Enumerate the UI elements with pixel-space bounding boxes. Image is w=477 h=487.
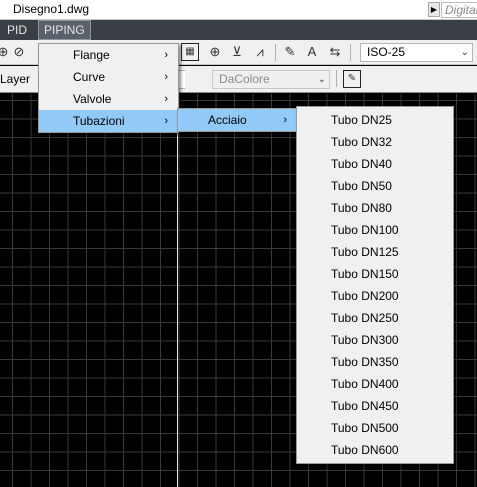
toolbar-separator xyxy=(336,70,337,87)
menu-item-label: Acciaio xyxy=(208,113,247,127)
menu-item-tubo[interactable]: Tubo DN350 xyxy=(297,351,453,373)
piping-menu: Flange › Curve › Valvole › Tubazioni › xyxy=(38,43,179,133)
menu-item-label: Tubo DN350 xyxy=(331,355,399,369)
menu-item-label: Tubo DN150 xyxy=(331,267,399,281)
dim-edit-icon[interactable]: ✎ xyxy=(281,43,299,61)
menu-bar: PID PIPING xyxy=(0,20,477,40)
chevron-down-icon: ⌄ xyxy=(460,47,469,58)
menu-item-label: Tubo DN32 xyxy=(331,135,392,149)
expand-arrow-icon[interactable]: ▶ xyxy=(428,2,440,17)
menu-item-tubo[interactable]: Tubo DN50 xyxy=(297,175,453,197)
jog-line-icon[interactable]: ⩘ xyxy=(251,43,269,61)
tubazioni-submenu: Acciaio › xyxy=(177,108,298,132)
no-icon[interactable]: ⊘ xyxy=(10,43,28,61)
dim-update-icon[interactable]: ⇆ xyxy=(326,43,344,61)
menu-piping[interactable]: PIPING xyxy=(38,20,91,40)
menu-item-label: Tubo DN250 xyxy=(331,311,399,325)
submenu-arrow-icon: › xyxy=(283,114,287,126)
menu-item-acciaio[interactable]: Acciaio › xyxy=(178,109,297,131)
menu-item-tubo[interactable]: Tubo DN32 xyxy=(297,131,453,153)
menu-item-label: Valvole xyxy=(73,92,112,106)
layer-select-edge[interactable] xyxy=(178,70,185,89)
menu-item-label: Tubo DN400 xyxy=(331,377,399,391)
toolbar-separator xyxy=(275,44,276,61)
menu-item-tubazioni[interactable]: Tubazioni › xyxy=(39,110,178,132)
tolerance-icon[interactable]: ⊻ xyxy=(228,43,246,61)
menu-item-label: Tubo DN100 xyxy=(331,223,399,237)
menu-item-valvole[interactable]: Valvole › xyxy=(39,88,178,110)
menu-item-label: Tubo DN25 xyxy=(331,113,392,127)
menu-item-tubo[interactable]: Tubo DN400 xyxy=(297,373,453,395)
menu-item-tubo[interactable]: Tubo DN25 xyxy=(297,109,453,131)
menu-item-label: Tubo DN40 xyxy=(331,157,392,171)
dimstyle-select[interactable]: ISO-25 ⌄ xyxy=(360,43,473,62)
menu-item-tubo[interactable]: Tubo DN300 xyxy=(297,329,453,351)
chevron-down-icon: ⌄ xyxy=(317,74,326,85)
menu-item-label: Tubo DN600 xyxy=(331,443,399,457)
menu-item-label: Flange xyxy=(73,48,110,62)
layer-label: Layer xyxy=(0,72,31,86)
menu-item-tubo[interactable]: Tubo DN100 xyxy=(297,219,453,241)
menu-item-label: Tubo DN80 xyxy=(331,201,392,215)
dimstyle-value: ISO-25 xyxy=(367,45,406,59)
menu-item-tubo[interactable]: Tubo DN150 xyxy=(297,263,453,285)
submenu-arrow-icon: › xyxy=(164,115,168,127)
menu-item-tubo[interactable]: Tubo DN200 xyxy=(297,285,453,307)
menu-item-tubo[interactable]: Tubo DN40 xyxy=(297,153,453,175)
properties-icon[interactable]: ✎ xyxy=(343,70,361,88)
menu-item-tubo[interactable]: Tubo DN450 xyxy=(297,395,453,417)
menu-item-flange[interactable]: Flange › xyxy=(39,44,178,66)
menu-pid[interactable]: PID xyxy=(2,20,32,40)
menu-item-label: Curve xyxy=(73,70,106,84)
block-icon[interactable]: ▦ xyxy=(181,43,199,61)
center-mark-icon[interactable]: ⊕ xyxy=(206,43,224,61)
menu-item-label: Tubo DN300 xyxy=(331,333,399,347)
menu-item-label: Tubo DN450 xyxy=(331,399,399,413)
menu-item-label: Tubo DN500 xyxy=(331,421,399,435)
menu-item-label: Tubo DN200 xyxy=(331,289,399,303)
menu-item-tubo[interactable]: Tubo DN125 xyxy=(297,241,453,263)
search-input[interactable]: Digitar xyxy=(441,2,477,18)
menu-item-label: Tubo DN125 xyxy=(331,245,399,259)
menu-item-tubo[interactable]: Tubo DN500 xyxy=(297,417,453,439)
menu-item-curve[interactable]: Curve › xyxy=(39,66,178,88)
menu-item-tubo[interactable]: Tubo DN250 xyxy=(297,307,453,329)
toolbar-separator xyxy=(350,44,351,61)
menu-item-label: Tubo DN50 xyxy=(331,179,392,193)
dim-text-icon[interactable]: A xyxy=(303,43,321,61)
submenu-arrow-icon: › xyxy=(164,93,168,105)
menu-item-tubo[interactable]: Tubo DN600 xyxy=(297,439,453,461)
menu-item-tubo[interactable]: Tubo DN80 xyxy=(297,197,453,219)
crosshair-line xyxy=(177,94,178,487)
acciaio-submenu: Tubo DN25 Tubo DN32 Tubo DN40 Tubo DN50 … xyxy=(296,106,454,464)
title-bar: Disegno1.dwg ▶ Digitar xyxy=(0,0,477,20)
window-title: Disegno1.dwg xyxy=(13,2,90,16)
submenu-arrow-icon: › xyxy=(164,71,168,83)
color-select[interactable]: DaColore ⌄ xyxy=(212,70,330,89)
color-select-value: DaColore xyxy=(219,72,270,86)
submenu-arrow-icon: › xyxy=(164,49,168,61)
menu-item-label: Tubazioni xyxy=(73,114,125,128)
